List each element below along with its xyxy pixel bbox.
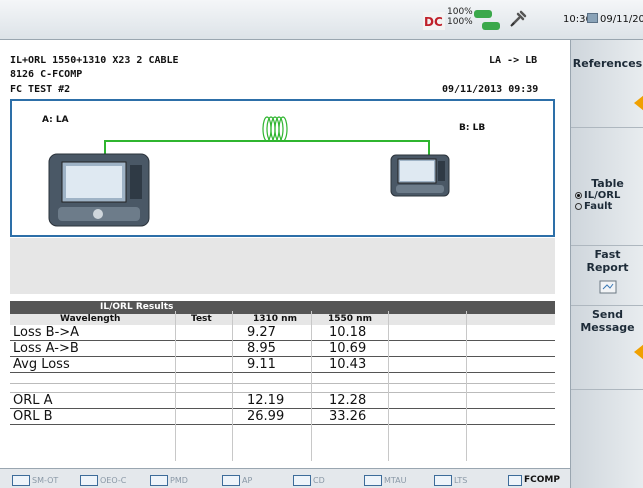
module-tab-bar: SM-OT OEO-C PMD AP CD MTAU LTS FCOMP bbox=[0, 468, 570, 488]
table-row: ORL A 12.19 12.28 bbox=[10, 393, 555, 409]
table-view-button[interactable]: Table IL/ORL Fault bbox=[571, 128, 643, 246]
diagram-footer-area bbox=[10, 238, 555, 294]
radio-selected-icon bbox=[575, 191, 582, 199]
module-icon bbox=[434, 474, 452, 486]
module-name: 8126 C-FCOMP bbox=[10, 69, 83, 80]
tab-pmd[interactable]: PMD bbox=[150, 472, 188, 488]
tab-sm-ot[interactable]: SM-OT bbox=[12, 472, 58, 488]
column-divider bbox=[311, 311, 312, 461]
value-1550: 12.28 bbox=[329, 393, 367, 408]
test-timestamp: 09/11/2013 09:39 bbox=[442, 84, 539, 95]
module-icon bbox=[508, 474, 522, 486]
svg-text:DC: DC bbox=[424, 15, 443, 29]
status-bar: DC 100% 100% 10:36 09/11/2013 bbox=[0, 0, 643, 40]
battery-level-bottom: 100% bbox=[447, 17, 473, 27]
send-message-label-2: Message bbox=[580, 321, 635, 334]
value-1310: 12.19 bbox=[247, 393, 285, 408]
module-icon bbox=[12, 474, 30, 486]
radio-unselected-icon bbox=[575, 202, 582, 210]
tab-oeo-c[interactable]: OEO-C bbox=[80, 472, 126, 488]
value-1310: 8.95 bbox=[247, 341, 276, 356]
table-label: Table bbox=[591, 177, 624, 190]
fast-report-label-2: Report bbox=[586, 261, 629, 274]
value-1550: 10.69 bbox=[329, 341, 367, 356]
soft-key-panel: References Table IL/ORL Fault Fast Repor… bbox=[570, 40, 643, 488]
arrow-left-icon bbox=[634, 344, 643, 360]
row-label: ORL A bbox=[13, 393, 53, 408]
tab-cd[interactable]: CD bbox=[293, 472, 325, 488]
ilorl-results-table: IL/ORL Results Wavelength Test 1310 nm 1… bbox=[10, 301, 555, 425]
module-icon bbox=[80, 474, 98, 486]
module-icon bbox=[364, 474, 382, 486]
value-1550: 10.43 bbox=[329, 357, 367, 372]
test-instrument-b-icon bbox=[390, 154, 450, 197]
clock-date: 09/11/2013 bbox=[600, 14, 643, 25]
plug-icon bbox=[510, 10, 527, 27]
tab-mtau[interactable]: MTAU bbox=[364, 472, 407, 488]
link-diagram: A: LA B: LB bbox=[10, 99, 555, 237]
value-1550: 33.26 bbox=[329, 409, 367, 424]
row-label: Avg Loss bbox=[13, 357, 70, 372]
tab-lts[interactable]: LTS bbox=[434, 472, 467, 488]
row-label: Loss B->A bbox=[13, 325, 80, 340]
value-1310: 9.11 bbox=[247, 357, 276, 372]
column-header: 1310 nm bbox=[253, 314, 297, 324]
send-message-button[interactable]: Send Message bbox=[571, 306, 643, 390]
column-divider bbox=[388, 311, 389, 461]
value-1310: 26.99 bbox=[247, 409, 285, 424]
table-row: Avg Loss 9.11 10.43 bbox=[10, 357, 555, 373]
calendar-icon bbox=[587, 13, 598, 23]
test-name: FC TEST #2 bbox=[10, 84, 71, 95]
column-divider bbox=[175, 311, 176, 461]
table-row bbox=[10, 384, 555, 393]
battery-level-top: 100% bbox=[447, 7, 473, 17]
module-icon bbox=[150, 474, 168, 486]
radio-ilorl[interactable]: IL/ORL bbox=[571, 190, 643, 201]
references-label: References bbox=[572, 57, 643, 70]
table-row bbox=[10, 373, 555, 384]
arrow-left-icon bbox=[634, 95, 643, 111]
tab-ap[interactable]: AP bbox=[222, 472, 252, 488]
fast-report-button[interactable]: Fast Report bbox=[571, 246, 643, 306]
report-icon bbox=[599, 280, 616, 294]
references-button[interactable]: References bbox=[571, 40, 643, 128]
tab-fcomp[interactable]: FCOMP bbox=[508, 472, 560, 488]
column-divider bbox=[466, 311, 467, 461]
row-label: Loss A->B bbox=[13, 341, 79, 356]
results-title: IL/ORL Results bbox=[100, 302, 174, 312]
table-header-row: Wavelength Test 1310 nm 1550 nm bbox=[10, 314, 555, 325]
results-title-bar: IL/ORL Results bbox=[10, 301, 555, 314]
column-header: Wavelength bbox=[60, 314, 121, 324]
value-1550: 10.18 bbox=[329, 325, 367, 340]
send-message-label-1: Send bbox=[591, 308, 624, 321]
column-divider bbox=[232, 311, 233, 461]
table-row: Loss B->A 9.27 10.18 bbox=[10, 325, 555, 341]
battery-icon bbox=[482, 22, 500, 30]
table-row: Loss A->B 8.95 10.69 bbox=[10, 341, 555, 357]
column-header: Test bbox=[191, 314, 212, 324]
dc-logo-icon: DC bbox=[423, 12, 445, 30]
battery-icon bbox=[474, 10, 492, 18]
fast-report-label-1: Fast bbox=[594, 248, 621, 261]
radio-fault[interactable]: Fault bbox=[571, 201, 643, 212]
column-header: 1550 nm bbox=[328, 314, 372, 324]
row-label: ORL B bbox=[13, 409, 53, 424]
module-icon bbox=[293, 474, 311, 486]
module-icon bbox=[222, 474, 240, 486]
test-instrument-a-icon bbox=[48, 153, 150, 227]
value-1310: 9.27 bbox=[247, 325, 276, 340]
table-row: ORL B 26.99 33.26 bbox=[10, 409, 555, 425]
direction-label: LA -> LB bbox=[489, 55, 538, 66]
test-config-title: IL+ORL 1550+1310 X23 2 CABLE bbox=[10, 55, 179, 66]
